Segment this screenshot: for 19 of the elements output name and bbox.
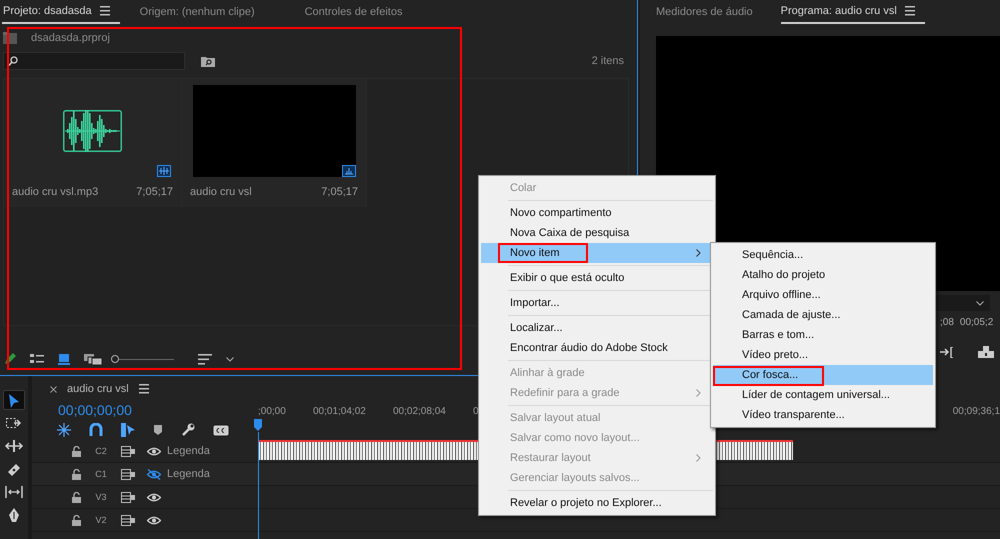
track-name: V3 [94, 492, 108, 502]
item-count: 2 itens [592, 55, 625, 67]
media-duration: 7;05;17 [136, 186, 173, 198]
media-name: audio cru vsl.mp3 [12, 186, 98, 198]
track-label: Legenda [167, 468, 210, 480]
ruler-timecode: ;00;00 [258, 406, 287, 417]
track-name: C2 [94, 446, 108, 456]
track-name: V2 [94, 515, 108, 525]
ruler-timecode: 0 [473, 406, 480, 417]
project-file-name: dsadasda.prproj [31, 32, 110, 44]
ruler-timecode: 00;05;2 [960, 317, 994, 328]
track-name: C1 [94, 469, 108, 479]
ruler-timecode: ;08 [940, 317, 954, 328]
media-duration: 7;05;17 [321, 186, 358, 198]
track-label: Legenda [167, 445, 210, 457]
media-name: audio cru vsl [190, 186, 252, 198]
ruler-timecode: 00;02;08;04 [393, 406, 447, 417]
ruler-timecode: 00;01;04;02 [313, 406, 367, 417]
ruler-timecode: 00;09;36;1 [952, 406, 1000, 417]
